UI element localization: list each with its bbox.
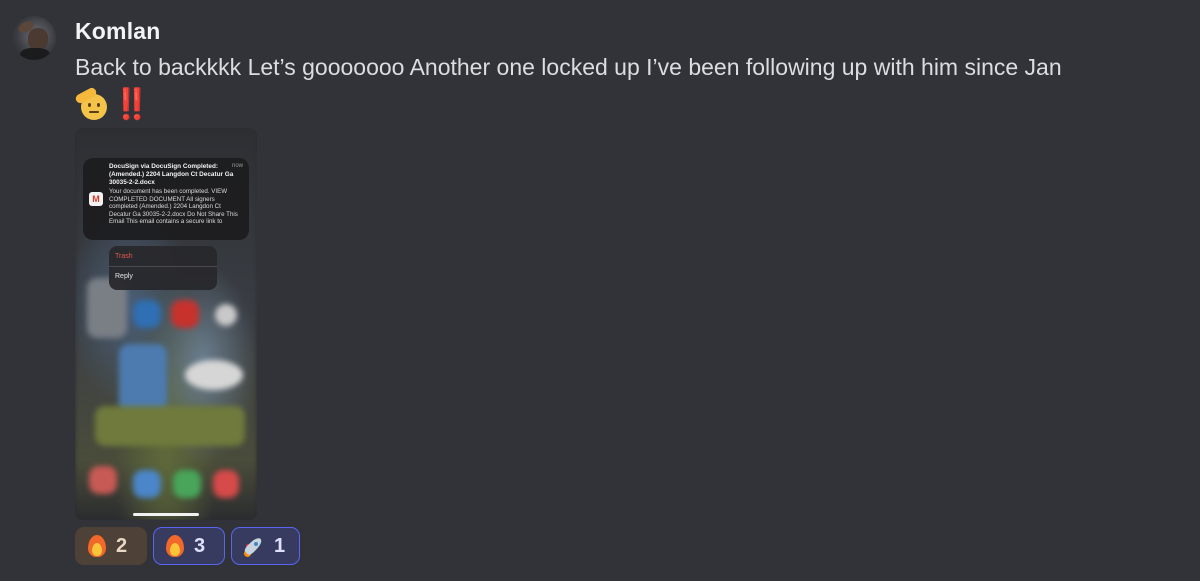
reaction-rocket[interactable]: 1 [231,527,300,565]
rocket-icon [242,534,266,558]
saluting-face-icon [74,86,109,122]
home-indicator [133,513,199,516]
notification-body: Your document has been completed. VIEW C… [109,188,238,226]
fire-icon [86,534,108,558]
image-attachment[interactable]: M DocuSign via DocuSign Completed: (Amen… [75,128,257,520]
message-emoji-line: ‼️ [74,86,150,122]
fire-icon [164,534,186,558]
reaction-count: 3 [194,534,206,557]
email-notification[interactable]: M DocuSign via DocuSign Completed: (Amen… [83,158,249,240]
menu-item-trash[interactable]: Trash [115,253,133,260]
notification-context-menu: Trash Reply [109,246,217,290]
menu-item-reply[interactable]: Reply [115,273,133,280]
reaction-count: 1 [274,534,286,557]
reaction-fire[interactable]: 2 [75,527,147,565]
notification-title: DocuSign via DocuSign Completed: (Amende… [109,163,234,186]
menu-divider [109,266,217,267]
double-exclamation-icon: ‼️ [113,88,150,121]
notification-time: now [231,163,243,169]
avatar[interactable] [12,16,56,60]
message-text: Back to backkkk Let’s gooooooo Another o… [75,54,1062,80]
reactions-bar: 2 3 1 [75,527,300,565]
username[interactable]: Komlan [75,18,161,45]
reaction-fire-selected[interactable]: 3 [153,527,225,565]
chat-message: Komlan Back to backkkk Let’s gooooooo An… [0,0,1200,581]
gmail-icon: M [89,192,103,206]
reaction-count: 2 [116,534,128,557]
